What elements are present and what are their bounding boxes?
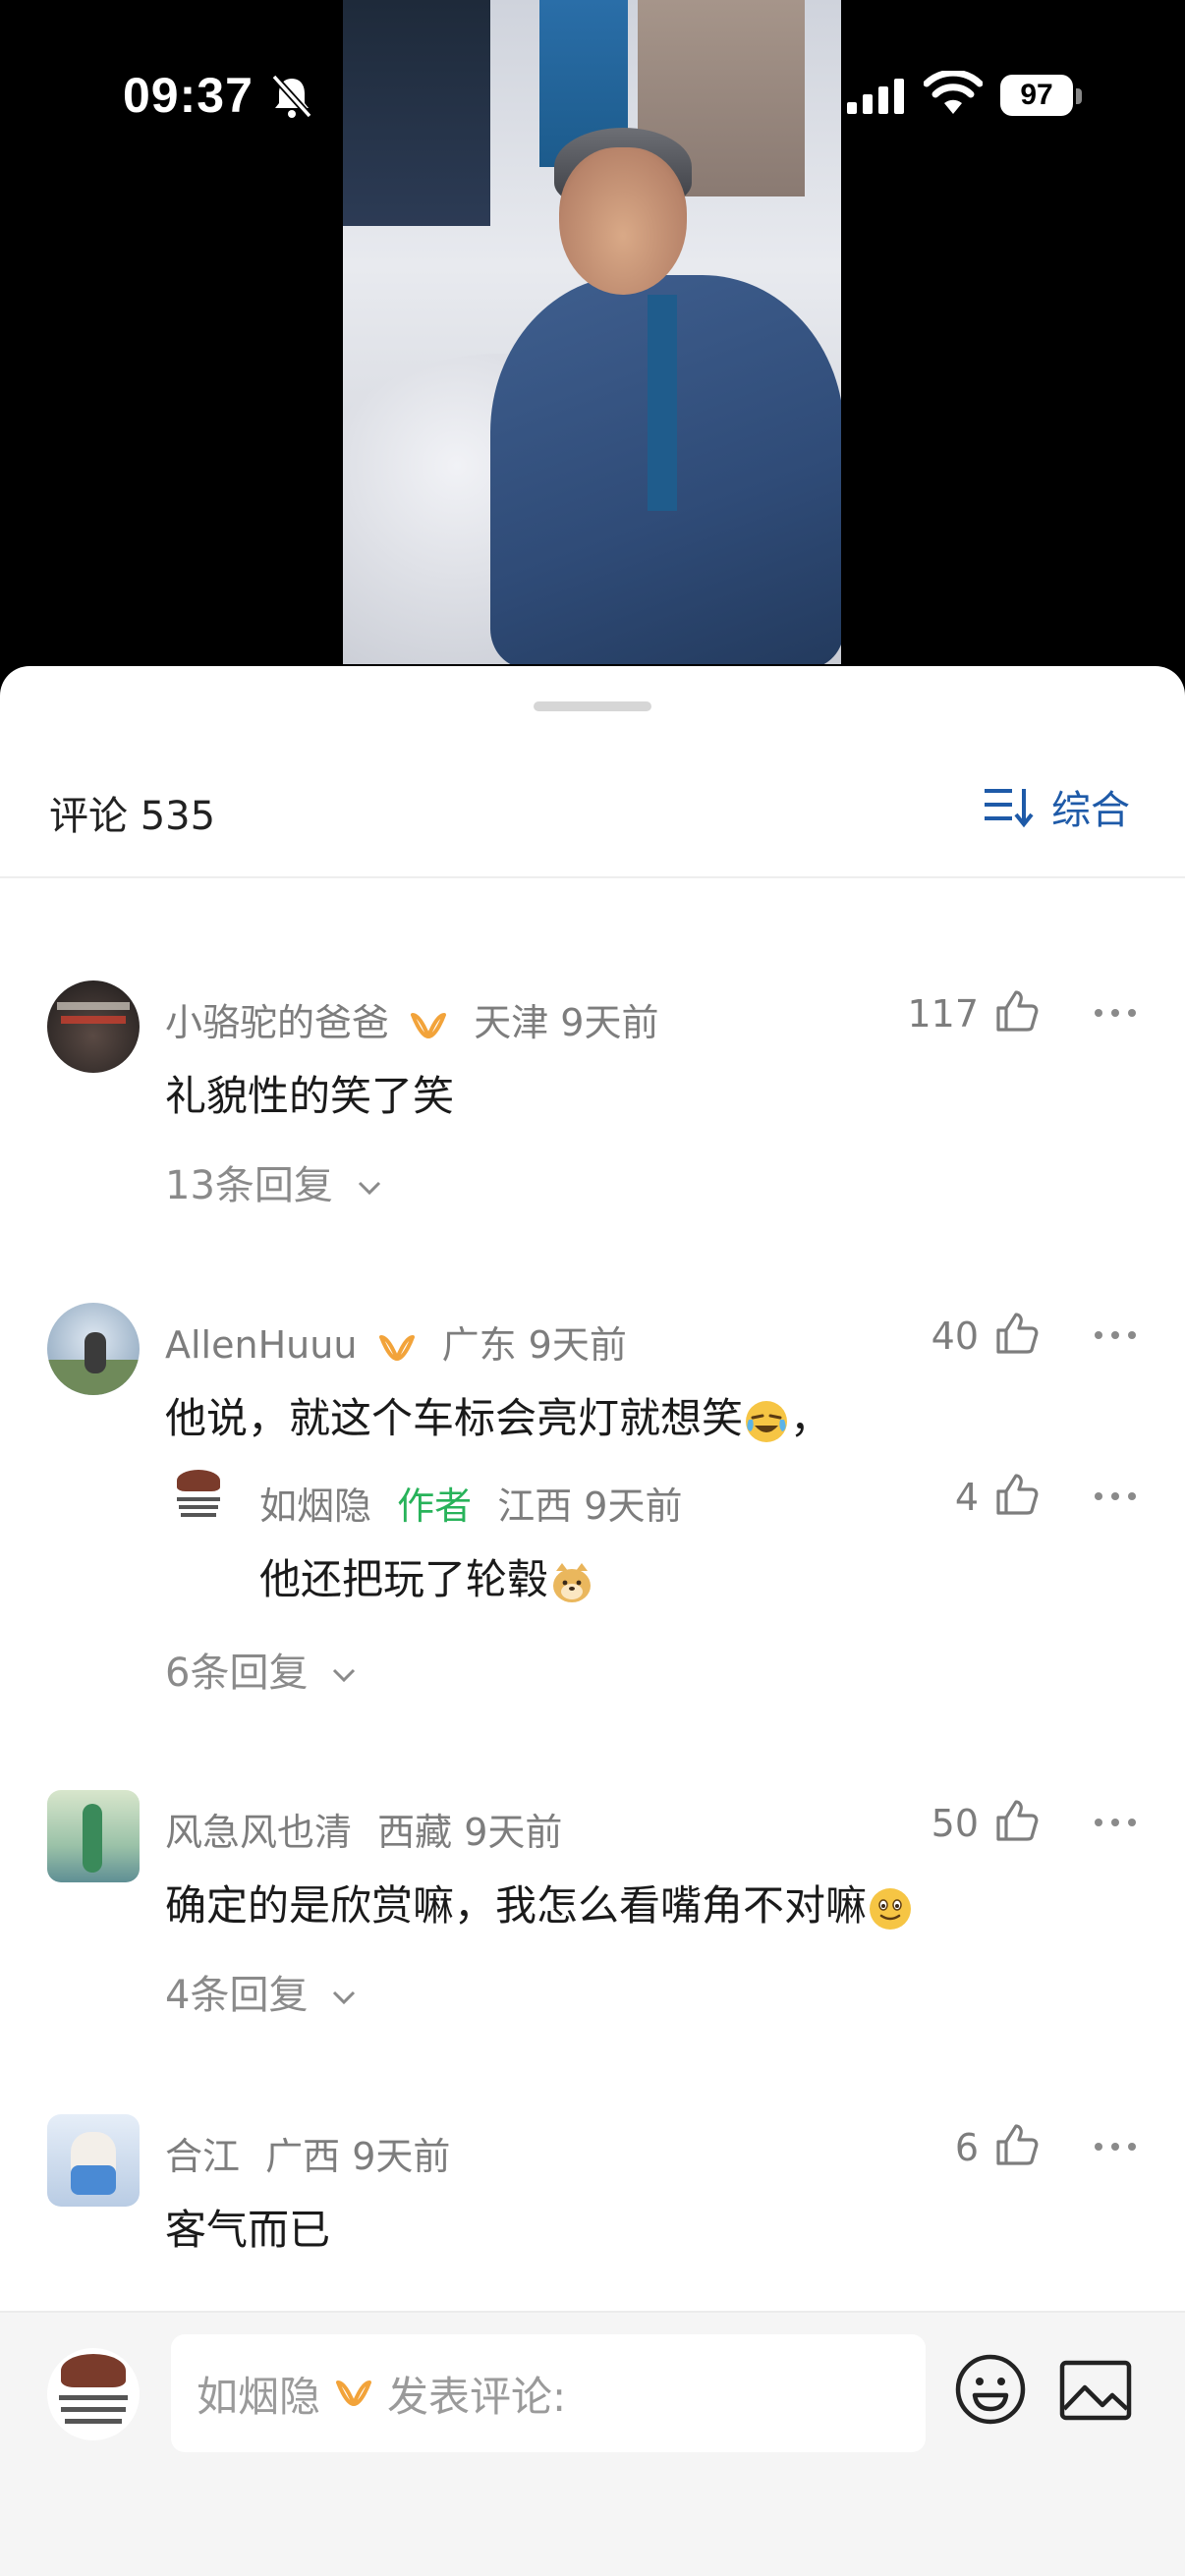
image-picker-icon[interactable] <box>1059 2360 1132 2421</box>
avatar-cartoon-head <box>61 2354 126 2387</box>
chevron-down-icon <box>333 1668 356 1683</box>
avatar-figure <box>85 1332 106 1373</box>
my-avatar[interactable] <box>47 2348 140 2440</box>
comment-meta: 西藏 9天前 <box>377 1811 563 1854</box>
like-count: 50 <box>931 1802 979 1845</box>
avatar-cartoon-body <box>71 2165 116 2195</box>
comment-text: 确定的是欣赏嘛，我怎么看嘴角不对嘛 <box>165 1873 914 1932</box>
comment-input-field[interactable]: 如烟隐 发表评论: <box>171 2334 926 2452</box>
like-count: 6 <box>954 2126 979 2169</box>
chevron-down-icon <box>358 1181 380 1196</box>
wifi-icon <box>924 71 983 114</box>
more-options-icon[interactable] <box>1093 1006 1138 1020</box>
avatar-text-decoration <box>57 1002 130 1010</box>
doge-emoji-icon <box>553 1562 592 1602</box>
replies-count: 13条回复 <box>165 1163 333 1208</box>
reply-text-content: 他还把玩了轮毂 <box>259 1555 549 1603</box>
comment-text-content: 确定的是欣赏嘛，我怎么看嘴角不对嘛 <box>165 1881 868 1930</box>
awkward-smile-emoji-icon <box>870 1887 912 1930</box>
comment-text: 他说，就这个车标会亮灯就想笑 ， <box>165 1385 831 1445</box>
avatar-cartoon-head <box>177 1470 220 1491</box>
username[interactable]: 小骆驼的爸爸 <box>165 1001 389 1044</box>
comments-header: 评论 535 综合 <box>0 755 1185 878</box>
more-options-icon[interactable] <box>1093 2140 1138 2154</box>
more-options-icon[interactable] <box>1093 1328 1138 1342</box>
status-bar: 09:37 97 <box>0 0 1185 196</box>
comment-author[interactable]: 风急风也清 西藏 9天前 <box>165 1802 562 1856</box>
avatar-handwriting <box>181 1513 216 1517</box>
username[interactable]: AllenHuuu <box>165 1323 357 1367</box>
status-time: 09:37 <box>123 68 254 123</box>
thumbs-up-icon[interactable] <box>994 2122 1040 2167</box>
reply-meta: 江西 9天前 <box>497 1484 683 1528</box>
user-avatar[interactable] <box>47 1303 140 1395</box>
sort-label: 综合 <box>1051 788 1130 833</box>
avatar-handwriting <box>61 2407 126 2412</box>
user-avatar[interactable] <box>47 980 140 1073</box>
thumbs-up-icon[interactable] <box>994 1311 1040 1356</box>
sort-button[interactable]: 综合 <box>983 782 1130 833</box>
battery-indicator: 97 <box>1000 75 1073 116</box>
avatar-figure <box>83 1804 102 1873</box>
comments-count-title: 评论 535 <box>49 794 216 839</box>
bell-slash-icon <box>271 74 312 119</box>
battery-cap <box>1076 88 1082 104</box>
view-replies-link[interactable]: 6条回复 <box>165 1641 358 1698</box>
input-placeholder: 发表评论: <box>387 2372 567 2421</box>
input-username: 如烟隐 <box>197 2372 321 2421</box>
more-options-icon[interactable] <box>1093 1489 1138 1503</box>
chevron-down-icon <box>333 1990 356 2005</box>
comment-text-suffix: ， <box>790 1394 832 1442</box>
view-replies-link[interactable]: 13条回复 <box>165 1153 383 1210</box>
drag-handle[interactable] <box>534 701 651 711</box>
more-options-icon[interactable] <box>1093 1816 1138 1829</box>
reply-avatar[interactable] <box>169 1468 228 1527</box>
comment-author[interactable]: AllenHuuu 广东 9天前 <box>165 1315 627 1369</box>
thumbs-up-icon[interactable] <box>994 1798 1040 1843</box>
laughing-crying-emoji-icon <box>746 1400 788 1442</box>
like-count: 40 <box>931 1315 979 1358</box>
avatar-handwriting <box>65 2419 122 2424</box>
view-replies-link[interactable]: 4条回复 <box>165 1963 358 2020</box>
sort-icon <box>985 789 1034 828</box>
user-avatar[interactable] <box>47 2114 140 2207</box>
thumbs-up-icon[interactable] <box>994 988 1040 1034</box>
author-tag: 作者 <box>397 1484 473 1528</box>
comment-author[interactable]: 小骆驼的爸爸 天津 9天前 <box>165 992 658 1046</box>
vip-badge-icon <box>336 2380 372 2406</box>
reply-like-count: 4 <box>954 1476 979 1519</box>
reply-author[interactable]: 如烟隐 作者 江西 9天前 <box>259 1476 682 1530</box>
thumbs-up-icon[interactable] <box>994 1472 1040 1517</box>
replies-count: 6条回复 <box>165 1651 309 1696</box>
user-avatar[interactable] <box>47 1790 140 1882</box>
avatar-handwriting <box>179 1505 218 1509</box>
vip-badge-icon <box>378 1334 415 1361</box>
comment-input-bar: 如烟隐 发表评论: <box>0 2311 1185 2576</box>
username[interactable]: 合江 <box>165 2135 240 2178</box>
avatar-text-decoration <box>61 1016 126 1024</box>
username[interactable]: 如烟隐 <box>259 1484 371 1528</box>
comment-text-content: 他说，就这个车标会亮灯就想笑 <box>165 1394 744 1442</box>
reply-text: 他还把玩了轮毂 <box>259 1546 595 1606</box>
avatar-handwriting <box>177 1497 220 1501</box>
like-count: 117 <box>907 992 979 1036</box>
emoji-picker-icon[interactable] <box>953 2352 1028 2427</box>
vip-badge-icon <box>411 1012 447 1038</box>
replies-count: 4条回复 <box>165 1973 309 2018</box>
comment-text: 客气而已 <box>165 2206 331 2254</box>
comments-sheet: 评论 535 综合 小骆驼的爸爸 天津 9天前 礼貌性的笑了笑 117 13条回… <box>0 666 1185 2576</box>
comment-author[interactable]: 合江 广西 9天前 <box>165 2126 450 2180</box>
comment-text: 礼貌性的笑了笑 <box>165 1072 455 1120</box>
cellular-signal-icon <box>847 79 904 114</box>
comment-meta: 广东 9天前 <box>441 1323 627 1367</box>
username[interactable]: 风急风也清 <box>165 1811 352 1854</box>
necktie <box>648 295 677 511</box>
comment-meta: 天津 9天前 <box>474 1001 659 1044</box>
avatar-handwriting <box>59 2395 128 2400</box>
comment-meta: 广西 9天前 <box>265 2135 451 2178</box>
